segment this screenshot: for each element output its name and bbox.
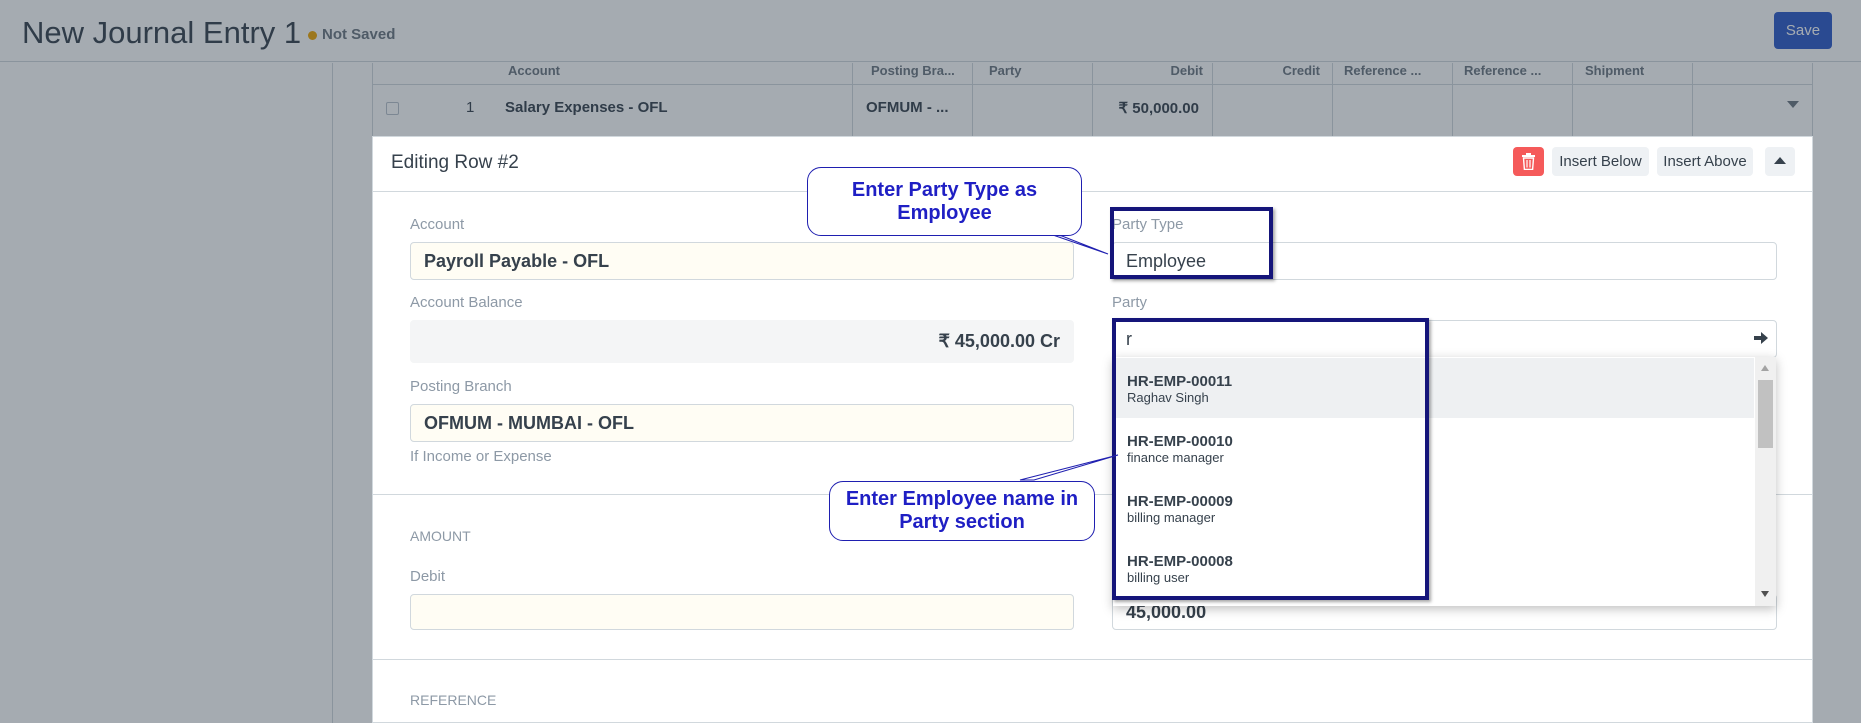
party-type-highlight bbox=[1110, 207, 1273, 279]
account-label: Account bbox=[410, 216, 465, 233]
account-balance-label: Account Balance bbox=[410, 294, 523, 311]
scroll-up-icon[interactable] bbox=[1761, 365, 1769, 371]
account-balance-value: ₹ 45,000.00 Cr bbox=[410, 320, 1074, 363]
posting-branch-help: If Income or Expense bbox=[410, 448, 552, 465]
caret-up-icon bbox=[1774, 157, 1786, 164]
debit-input[interactable] bbox=[410, 594, 1074, 630]
insert-below-button[interactable]: Insert Below bbox=[1552, 147, 1649, 176]
party-callout: Enter Employee name in Party section bbox=[829, 481, 1095, 541]
scroll-down-icon[interactable] bbox=[1761, 591, 1769, 597]
posting-branch-label: Posting Branch bbox=[410, 378, 512, 395]
section-divider bbox=[373, 659, 1812, 660]
insert-above-button[interactable]: Insert Above bbox=[1657, 147, 1753, 176]
debit-label: Debit bbox=[410, 568, 446, 585]
panel-header-divider bbox=[373, 191, 1812, 192]
party-label: Party bbox=[1112, 294, 1148, 311]
trash-icon bbox=[1522, 153, 1535, 170]
account-input[interactable]: Payroll Payable - OFL bbox=[410, 242, 1074, 280]
go-arrow-icon[interactable] bbox=[1752, 329, 1770, 347]
panel-title: Editing Row #2 bbox=[391, 152, 519, 173]
party-type-callout: Enter Party Type as Employee bbox=[807, 167, 1082, 236]
amount-section-heading: AMOUNT bbox=[410, 528, 471, 544]
scrollbar-thumb[interactable] bbox=[1758, 380, 1773, 448]
reference-section-heading: REFERENCE bbox=[410, 692, 497, 708]
posting-branch-input[interactable]: OFMUM - MUMBAI - OFL bbox=[410, 404, 1074, 442]
party-highlight bbox=[1112, 318, 1429, 600]
